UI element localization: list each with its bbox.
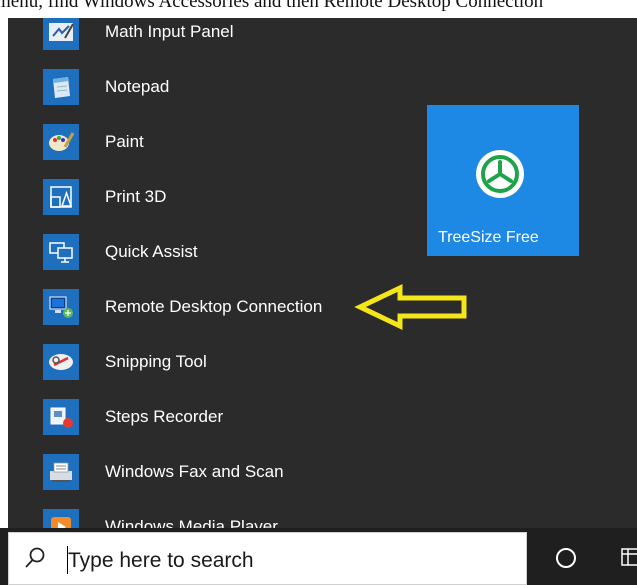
notepad-icon — [43, 68, 79, 105]
caption-text: menu, find Windows Accessories and then … — [0, 0, 637, 18]
arrow-left-icon — [354, 284, 467, 330]
app-item-paint[interactable]: Paint — [8, 114, 408, 169]
app-item-math-input-panel[interactable]: Math Input Panel — [8, 18, 408, 59]
search-icon — [25, 547, 45, 568]
start-menu: Math Input Panel Notepad Paint Print 3D — [8, 18, 637, 528]
steps-recorder-icon — [43, 398, 79, 435]
treesize-icon — [476, 150, 524, 198]
app-item-remote-desktop-connection[interactable]: Remote Desktop Connection — [8, 279, 408, 334]
app-label: Windows Media Player — [105, 516, 278, 529]
caption-text-content: menu, find Windows Accessories and then … — [0, 0, 544, 12]
left-margin — [0, 18, 8, 585]
remote-desktop-icon — [43, 288, 79, 325]
app-label: Windows Fax and Scan — [105, 461, 284, 481]
taskbar: Type here to search — [0, 528, 637, 585]
print-3d-icon — [43, 178, 79, 215]
quick-assist-icon — [43, 233, 79, 270]
app-item-steps-recorder[interactable]: Steps Recorder — [8, 389, 408, 444]
app-label: Math Input Panel — [105, 21, 234, 41]
app-item-quick-assist[interactable]: Quick Assist — [8, 224, 408, 279]
app-label: Steps Recorder — [105, 406, 224, 426]
app-label: Snipping Tool — [105, 351, 207, 371]
app-item-windows-media-player[interactable]: Windows Media Player — [8, 499, 408, 528]
media-player-icon — [43, 508, 79, 528]
app-item-windows-fax-and-scan[interactable]: Windows Fax and Scan — [8, 444, 408, 499]
app-label: Quick Assist — [105, 241, 198, 261]
search-input[interactable]: Type here to search — [8, 532, 527, 585]
app-item-notepad[interactable]: Notepad — [8, 59, 408, 114]
app-item-snipping-tool[interactable]: Snipping Tool — [8, 334, 408, 389]
app-label: Remote Desktop Connection — [105, 296, 323, 316]
snipping-tool-icon — [43, 343, 79, 380]
app-label: Print 3D — [105, 186, 167, 206]
math-input-panel-icon — [43, 18, 79, 50]
fax-scan-icon — [43, 453, 79, 490]
app-label: Notepad — [105, 76, 170, 96]
app-list: Math Input Panel Notepad Paint Print 3D — [8, 18, 408, 528]
app-item-print-3d[interactable]: Print 3D — [8, 169, 408, 224]
task-view-icon[interactable] — [620, 546, 637, 568]
app-label: Paint — [105, 131, 144, 151]
paint-icon — [43, 123, 79, 160]
tile-treesize-free[interactable]: TreeSize Free — [427, 105, 579, 256]
cortana-icon[interactable] — [556, 548, 576, 568]
tile-label: TreeSize Free — [438, 229, 539, 246]
search-placeholder: Type here to search — [68, 549, 254, 572]
